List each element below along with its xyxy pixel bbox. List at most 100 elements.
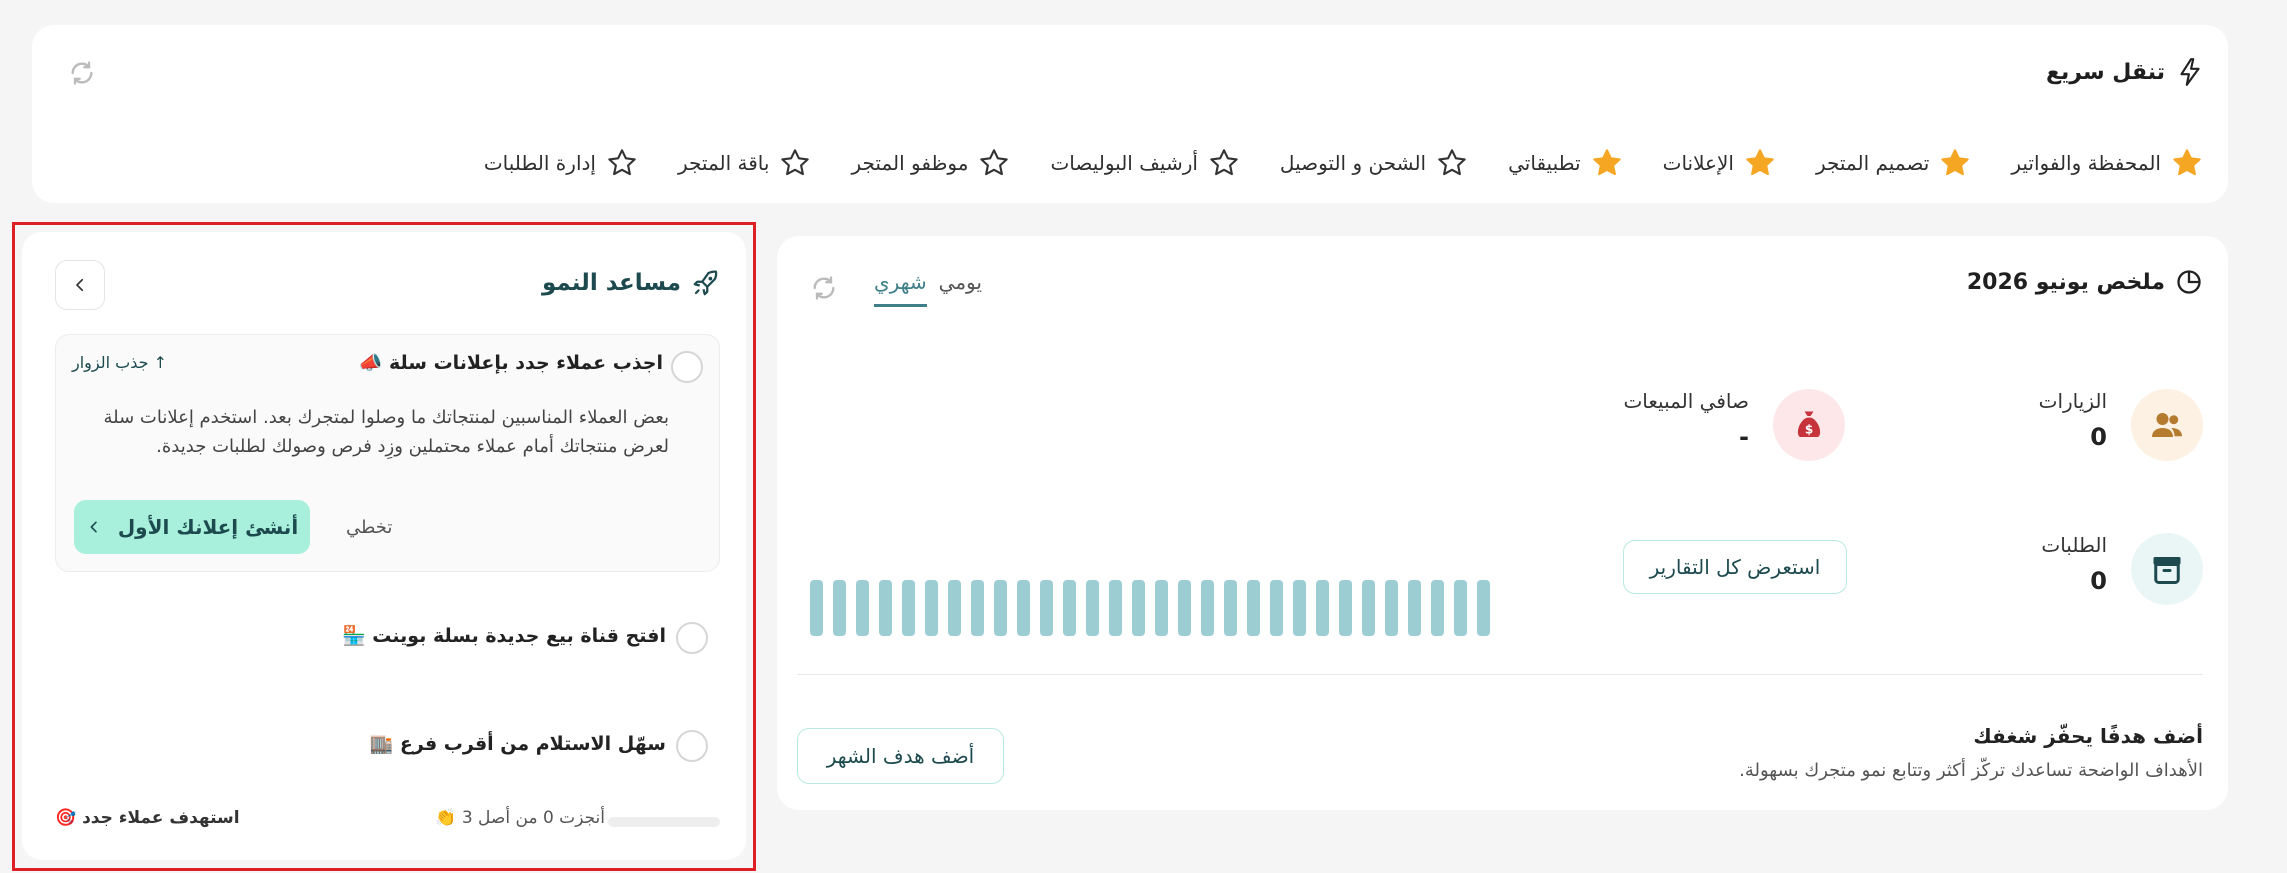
period-tabs: يومي شهري [862,270,982,307]
day-bar [856,580,869,636]
progress-label: أنجزت 0 من أصل 3 👏 [435,808,605,828]
create-first-ad-label: أنشئ إعلانك الأول [117,515,299,539]
task-checkbox[interactable] [676,622,708,654]
goal-title: أضف هدفًا يحفّز شغفك [1973,724,2203,748]
day-bar [1385,580,1398,636]
day-bar [1155,580,1168,636]
day-bar [1178,580,1191,636]
quick-nav-label: المحفظة والفواتير [2011,151,2161,175]
star-icon[interactable] [1939,147,1971,179]
summary-card: ملخص يونيو 2026 يومي شهري الزيارات 0 $ ص… [777,236,2228,810]
day-bar [1339,580,1352,636]
money-bag-icon: $ [1773,389,1845,461]
refresh-icon[interactable] [68,59,96,87]
day-bar [902,580,915,636]
star-icon[interactable] [1591,147,1623,179]
day-bar [1362,580,1375,636]
stat-orders: الطلبات 0 [2041,533,2203,605]
summary-title: ملخص يونيو 2026 [1966,269,2165,295]
quick-nav-item[interactable]: تصميم المتجر [1816,147,1971,179]
users-icon [2131,389,2203,461]
day-bar [833,580,846,636]
quick-nav-label: أرشيف البوليصات [1050,151,1198,175]
progress-bar [608,817,720,827]
growth-assistant-card: مساعد النمو اجذب عملاء جدد بإعلانات سلة … [22,232,746,860]
skip-link[interactable]: تخطي [346,517,392,538]
pie-chart-icon [2177,270,2201,294]
stat-net-sales: $ صافي المبيعات - [1623,389,1845,461]
chevron-left-icon [90,521,97,533]
quick-nav-item[interactable]: تطبيقاتي [1508,147,1623,179]
add-monthly-goal-button[interactable]: أضف هدف الشهر [797,728,1004,784]
day-bar [925,580,938,636]
day-bar [1086,580,1099,636]
refresh-icon[interactable] [810,274,838,302]
quick-nav-items: المحفظة والفواتير تصميم المتجر الإعلانات تط… [444,147,2203,179]
tab-monthly[interactable]: شهري [874,270,927,307]
task-tag: ↑ جذب الزوار [72,353,167,372]
quick-nav-label: الإعلانات [1662,151,1734,175]
day-bar [1132,580,1145,636]
day-bar [1454,580,1467,636]
day-bar [948,580,961,636]
day-bar [1316,580,1329,636]
day-bar [810,580,823,636]
divider [797,674,2203,675]
quick-nav-label: الشحن و التوصيل [1279,151,1427,175]
day-bar [1293,580,1306,636]
stat-orders-value: 0 [2090,567,2107,595]
task-title: اجذب عملاء جدد بإعلانات سلة 📣 [358,352,663,374]
quick-nav-item[interactable]: الإعلانات [1663,147,1776,179]
task-title-salla-point[interactable]: افتح قناة بيع جديدة بسلة بوينت 🏪 [342,624,666,647]
quick-nav-card: تنقل سريع المحفظة والفواتير تصميم المتجر ا… [32,25,2228,203]
quick-nav-item[interactable]: موظفو المتجر [851,147,1010,179]
growth-title: مساعد النمو [541,270,681,296]
summary-header: ملخص يونيو 2026 [1967,268,2203,296]
lightning-icon [2180,58,2200,86]
quick-nav-item[interactable]: الشحن و التوصيل [1280,147,1468,179]
growth-header: مساعد النمو [542,268,721,298]
quick-nav-item[interactable]: المحفظة والفواتير [2011,147,2203,179]
day-bar [994,580,1007,636]
star-icon[interactable] [779,147,811,179]
star-icon[interactable] [606,147,638,179]
stat-visits-label: الزيارات [2038,389,2107,413]
star-icon[interactable] [978,147,1010,179]
back-button[interactable] [55,260,105,310]
goal-section: أضف هدفًا يحفّز شغفك الأهداف الواضحة تسا… [1739,724,2203,781]
tab-daily[interactable]: يومي [939,270,982,304]
rocket-icon [693,270,718,296]
star-icon[interactable] [1436,147,1468,179]
view-all-reports-button[interactable]: استعرض كل التقارير [1623,540,1847,594]
quick-nav-label: تطبيقاتي [1508,151,1581,175]
quick-nav-item[interactable]: باقة المتجر [678,147,812,179]
day-bar [971,580,984,636]
day-bar [1017,580,1030,636]
task-title-pickup[interactable]: سهّل الاستلام من أقرب فرع 🏬 [370,732,666,755]
target-label: استهدف عملاء جدد 🎯 [55,808,240,828]
svg-text:$: $ [1805,422,1813,436]
star-icon[interactable] [1744,147,1776,179]
day-bar [879,580,892,636]
day-bar [1109,580,1122,636]
task-card-ads: اجذب عملاء جدد بإعلانات سلة 📣 ↑ جذب الزو… [55,334,720,572]
create-first-ad-button[interactable]: أنشئ إعلانك الأول [74,500,310,554]
day-bar [1040,580,1053,636]
day-bar [1201,580,1214,636]
star-icon[interactable] [1208,147,1240,179]
stat-net-sales-value: - [1739,423,1749,451]
stat-orders-label: الطلبات [2041,533,2107,557]
quick-nav-item[interactable]: إدارة الطلبات [484,147,638,179]
day-bar [1224,580,1237,636]
task-checkbox[interactable] [676,730,708,762]
quick-nav-label: إدارة الطلبات [483,151,596,175]
chevron-left-icon [76,278,84,292]
quick-nav-label: تصميم المتجر [1815,151,1930,175]
quick-nav-item[interactable]: أرشيف البوليصات [1050,147,1239,179]
day-bar [1408,580,1421,636]
day-bar [1270,580,1283,636]
task-checkbox[interactable] [671,351,703,383]
star-icon[interactable] [2171,147,2203,179]
task-description: بعض العملاء المناسبين لمنتجاتك ما وصلوا … [103,407,669,457]
stat-net-sales-label: صافي المبيعات [1623,389,1749,413]
